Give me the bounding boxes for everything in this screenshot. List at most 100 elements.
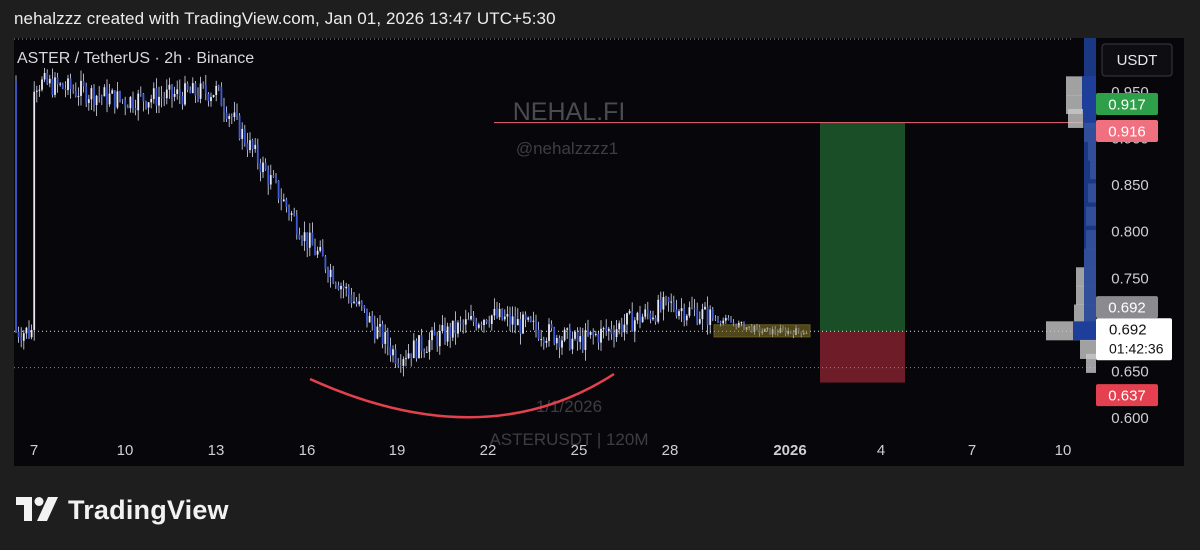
candle	[35, 85, 38, 103]
candle	[423, 348, 426, 358]
candle-body	[269, 175, 272, 185]
candle-body	[644, 309, 647, 317]
candle-body	[724, 317, 727, 321]
candle	[438, 324, 441, 355]
candle-body	[407, 353, 410, 359]
candle	[444, 317, 446, 345]
candle-body	[412, 340, 415, 359]
x-axis-tick-label: 7	[30, 442, 38, 459]
x-axis-tick-label: 25	[571, 442, 588, 459]
candle	[623, 314, 626, 341]
x-axis-tick-label: 13	[208, 442, 225, 459]
candle	[350, 288, 353, 308]
candle-body	[371, 315, 374, 325]
candle	[662, 291, 665, 321]
candle-body	[652, 317, 654, 320]
candle	[373, 315, 376, 344]
candle-body	[69, 78, 72, 90]
candle-body	[698, 319, 701, 324]
candle	[197, 87, 199, 103]
candle	[106, 79, 108, 113]
candle	[527, 316, 530, 323]
candle-body	[615, 329, 618, 338]
candle	[329, 263, 332, 288]
candle	[298, 227, 301, 240]
candle	[509, 306, 511, 331]
candle-body	[126, 106, 129, 109]
candle	[587, 319, 589, 337]
candle-body	[732, 322, 735, 324]
candle-body	[249, 140, 251, 151]
candle	[85, 82, 88, 108]
candle	[20, 327, 23, 348]
tradingview-brand[interactable]: TradingView	[16, 493, 229, 527]
candle	[139, 86, 142, 97]
candle-body	[639, 312, 641, 323]
candle	[722, 317, 725, 326]
candle	[285, 197, 288, 213]
candle-body	[454, 320, 457, 334]
candle	[246, 132, 249, 157]
candle-body	[545, 340, 548, 343]
candle-body	[74, 90, 77, 97]
candle	[61, 82, 64, 90]
candle	[178, 79, 181, 105]
candle	[212, 94, 215, 98]
x-axis-tick-label: 28	[662, 442, 679, 459]
candle	[415, 338, 418, 362]
candle-body	[298, 234, 301, 239]
candle	[272, 170, 275, 178]
candle	[397, 357, 400, 368]
candle	[711, 306, 714, 321]
candle	[553, 326, 556, 346]
candle-body	[524, 314, 527, 320]
candle	[402, 356, 405, 377]
last-close-tag-text: 0.692	[1108, 300, 1146, 317]
candle-body	[340, 285, 342, 290]
candle-body	[225, 112, 228, 119]
candle	[618, 320, 621, 335]
currency-button[interactable]: USDT	[1101, 43, 1173, 77]
candle	[360, 300, 363, 311]
candle	[236, 103, 238, 121]
symbol-label[interactable]: ASTER / TetherUS · 2h · Binance	[17, 50, 254, 67]
candle	[121, 98, 124, 105]
candle-body	[516, 319, 519, 326]
volume-profile	[1046, 38, 1096, 373]
candle-body	[636, 312, 639, 321]
candle-body	[80, 80, 82, 96]
candle	[563, 327, 566, 343]
price-chart[interactable]: NEHAL.FI @nehalzzzz1 1/1/2026 ASTERUSDT …	[14, 38, 1184, 466]
candle-body	[116, 91, 119, 108]
candle	[160, 86, 163, 108]
position-zones[interactable]	[820, 122, 905, 383]
candle	[308, 223, 311, 257]
candle-body	[501, 308, 504, 320]
candle-body	[293, 213, 296, 216]
candle	[392, 345, 394, 363]
candle	[22, 330, 25, 350]
candle-body	[685, 315, 688, 321]
candle	[98, 86, 101, 103]
candle	[454, 311, 457, 345]
candle-body	[587, 330, 589, 335]
candle-body	[277, 180, 280, 200]
candle-body	[457, 322, 459, 334]
candle	[615, 320, 618, 342]
candle-body	[108, 93, 111, 105]
candle	[158, 86, 160, 114]
candle-body	[121, 99, 124, 101]
y-axis-tick-label: 0.750	[1111, 270, 1149, 287]
candle-body	[306, 232, 309, 248]
candle	[358, 293, 361, 307]
candle	[418, 335, 420, 359]
candle	[217, 84, 220, 92]
chart-panel[interactable]: NEHAL.FI @nehalzzzz1 1/1/2026 ASTERUSDT …	[14, 38, 1184, 466]
candle-body	[379, 324, 381, 327]
candle	[675, 299, 678, 319]
candle-body	[103, 87, 106, 97]
candle	[561, 335, 563, 355]
candle	[290, 210, 293, 222]
candle-body	[394, 349, 397, 364]
candle	[150, 94, 153, 109]
